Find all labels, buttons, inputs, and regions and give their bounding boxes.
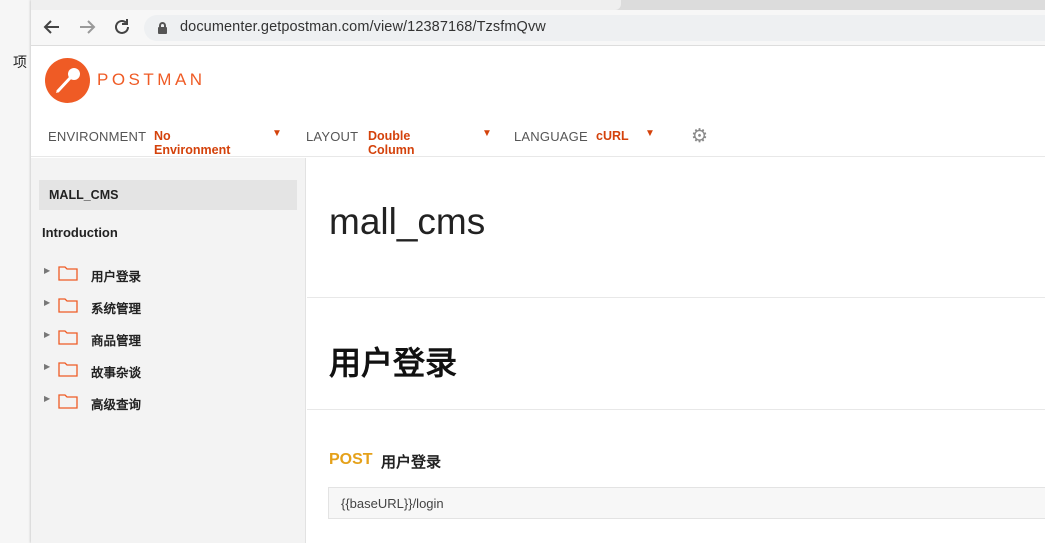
- language-select[interactable]: cURL: [596, 129, 629, 143]
- request-url-box[interactable]: {{baseURL}}/login: [328, 487, 1045, 519]
- folder-label: 故事杂谈: [91, 365, 142, 380]
- chevron-down-icon[interactable]: ▼: [272, 128, 282, 139]
- sidebar-collection[interactable]: MALL_CMS: [39, 180, 297, 210]
- forward-button[interactable]: [76, 16, 98, 38]
- folder-icon: [58, 362, 78, 377]
- tab-strip: [31, 0, 1045, 10]
- reload-button[interactable]: [111, 16, 133, 38]
- section-title: 用户登录: [329, 344, 458, 382]
- postman-header: POSTMAN ENVIRONMENT No Environment ▼ LAY…: [31, 47, 1045, 157]
- divider: [307, 409, 1045, 410]
- caret-right-icon[interactable]: ▶: [44, 298, 50, 307]
- caret-right-icon[interactable]: ▶: [44, 330, 50, 339]
- folder-icon: [58, 394, 78, 409]
- address-bar[interactable]: documenter.getpostman.com/view/12387168/…: [144, 15, 1045, 41]
- caret-right-icon[interactable]: ▶: [44, 266, 50, 275]
- lock-icon: [158, 22, 167, 34]
- background-window-text: 项: [13, 55, 27, 71]
- request-name: 用户登录: [381, 453, 442, 471]
- http-method-badge: POST: [329, 451, 373, 468]
- gear-icon[interactable]: ⚙: [691, 125, 708, 148]
- folder-icon: [58, 330, 78, 345]
- folder-icon: [58, 266, 78, 281]
- page-title: mall_cms: [329, 201, 486, 242]
- sidebar: MALL_CMS Introduction ▶ 用户登录 ▶ 系统管理 ▶ 商品…: [31, 158, 306, 543]
- layout-label: LAYOUT: [306, 129, 359, 144]
- folder-label: 商品管理: [91, 333, 142, 348]
- active-tab[interactable]: [31, 0, 621, 10]
- caret-right-icon[interactable]: ▶: [44, 362, 50, 371]
- browser-window: documenter.getpostman.com/view/12387168/…: [31, 0, 1045, 543]
- sidebar-folder[interactable]: ▶ 商品管理: [44, 328, 284, 348]
- postman-logo-icon[interactable]: [45, 58, 90, 103]
- sidebar-folder[interactable]: ▶ 高级查询: [44, 392, 284, 412]
- folder-label: 高级查询: [91, 397, 142, 412]
- browser-toolbar: documenter.getpostman.com/view/12387168/…: [31, 10, 1045, 46]
- divider: [307, 297, 1045, 298]
- collection-name: MALL_CMS: [49, 188, 119, 202]
- folder-icon: [58, 298, 78, 313]
- sidebar-folder[interactable]: ▶ 系统管理: [44, 296, 284, 316]
- address-url[interactable]: documenter.getpostman.com/view/12387168/…: [180, 19, 546, 35]
- environment-select[interactable]: No Environment: [154, 129, 230, 157]
- sidebar-folder[interactable]: ▶ 用户登录: [44, 264, 284, 284]
- language-label: LANGUAGE: [514, 129, 588, 144]
- documentation-content: mall_cms 用户登录 POST 用户登录 {{baseURL}}/logi…: [307, 158, 1045, 543]
- postman-brand[interactable]: POSTMAN: [97, 70, 206, 90]
- arrow-right-icon: [80, 20, 96, 34]
- chevron-down-icon[interactable]: ▼: [482, 128, 492, 139]
- chevron-down-icon[interactable]: ▼: [645, 128, 655, 139]
- arrow-left-icon: [43, 20, 59, 34]
- background-window-edge: 项: [0, 0, 31, 543]
- request-url: {{baseURL}}/login: [341, 496, 444, 511]
- caret-right-icon[interactable]: ▶: [44, 394, 50, 403]
- environment-label: ENVIRONMENT: [48, 129, 147, 144]
- reload-icon: [115, 19, 129, 34]
- layout-select[interactable]: Double Column: [368, 129, 415, 157]
- folder-label: 系统管理: [91, 301, 142, 316]
- sidebar-folder[interactable]: ▶ 故事杂谈: [44, 360, 284, 380]
- back-button[interactable]: [41, 16, 63, 38]
- folder-label: 用户登录: [91, 269, 142, 284]
- sidebar-item-introduction[interactable]: Introduction: [42, 225, 118, 240]
